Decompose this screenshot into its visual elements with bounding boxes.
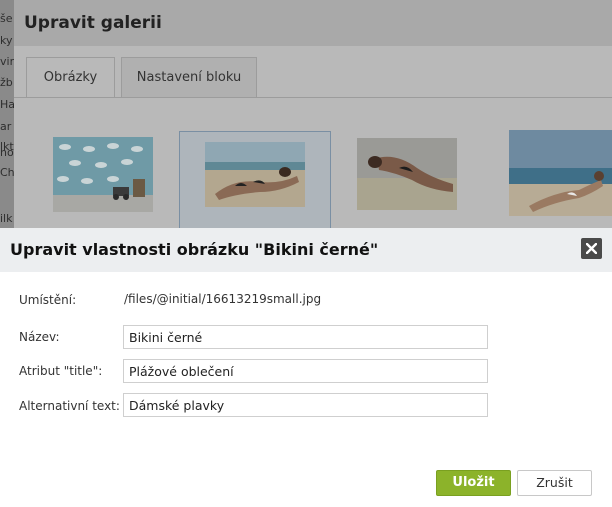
- gallery-thumbnail[interactable]: [509, 130, 612, 216]
- background-text: še: [0, 12, 13, 25]
- dialog-title: Upravit vlastnosti obrázku "Bikini černé…: [10, 240, 379, 259]
- alt-text-input[interactable]: [123, 393, 488, 417]
- background-text: Ha: [0, 98, 14, 111]
- cancel-button[interactable]: Zrušit: [517, 470, 592, 496]
- background-text: no: [0, 146, 14, 159]
- title-attribute-label: Atribut "title":: [19, 364, 103, 378]
- gallery-thumbnail-selected[interactable]: [205, 142, 305, 207]
- title-attribute-input[interactable]: [123, 359, 488, 383]
- background-text: žb: [0, 76, 13, 89]
- gallery-header: Upravit galerii: [14, 0, 612, 46]
- gallery-thumbnail[interactable]: [53, 137, 153, 212]
- location-value: /files/@initial/16613219small.jpg: [124, 292, 322, 306]
- background-text: ky: [0, 34, 13, 47]
- location-label: Umístění:: [19, 293, 77, 307]
- name-input[interactable]: [123, 325, 488, 349]
- background-text: vir: [0, 55, 14, 68]
- name-label: Název:: [19, 330, 60, 344]
- background-text: ilk: [0, 212, 13, 225]
- gallery-title: Upravit galerii: [24, 13, 162, 33]
- alt-text-label: Alternativní text:: [19, 399, 120, 413]
- tab-block-settings[interactable]: Nastavení bloku: [121, 57, 257, 97]
- tab-divider: [14, 97, 612, 98]
- close-icon: [586, 243, 597, 254]
- dialog-header: Upravit vlastnosti obrázku "Bikini černé…: [0, 228, 612, 272]
- save-button[interactable]: Uložit: [436, 470, 511, 496]
- gallery-thumbnail[interactable]: [357, 138, 457, 210]
- edit-image-dialog: Upravit vlastnosti obrázku "Bikini černé…: [0, 228, 612, 507]
- tab-images[interactable]: Obrázky: [26, 57, 115, 98]
- background-text: Ch: [0, 166, 14, 179]
- background-text: ar: [0, 120, 12, 133]
- close-button[interactable]: [581, 238, 602, 259]
